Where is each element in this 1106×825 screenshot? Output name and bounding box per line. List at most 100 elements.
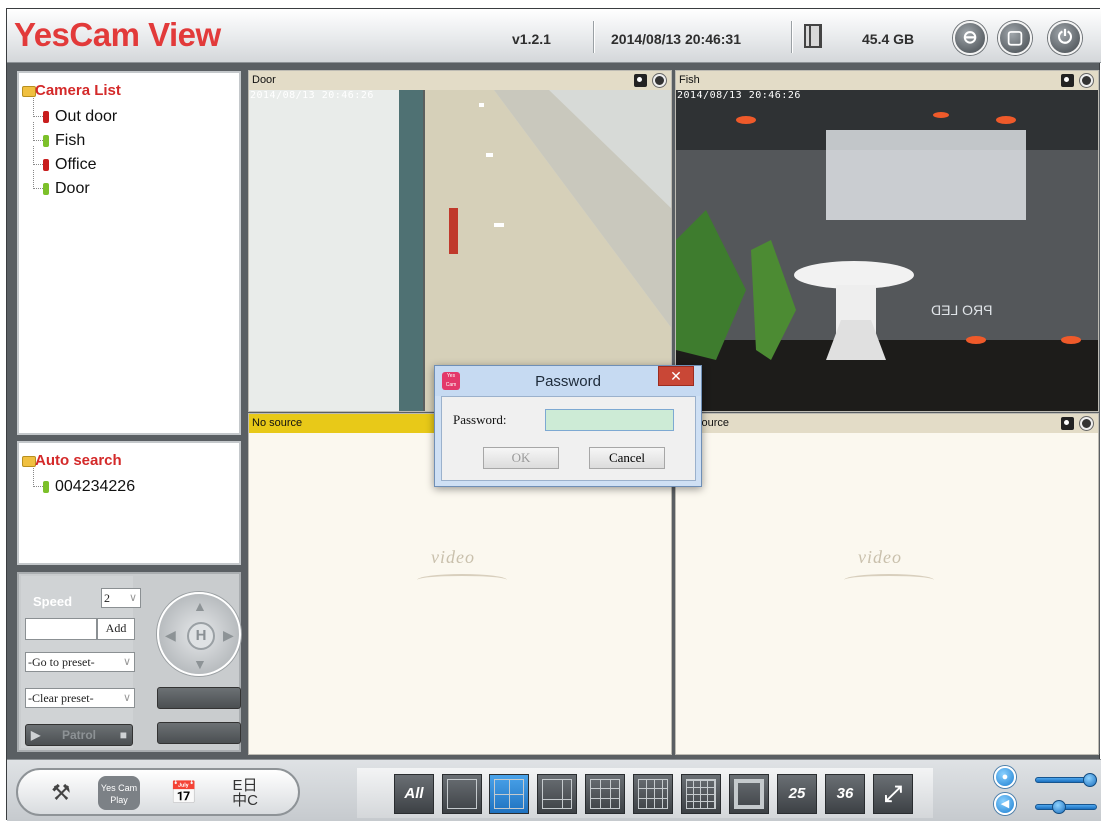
layout-16-button[interactable] xyxy=(681,774,721,814)
tree-line xyxy=(33,122,43,141)
speaker-icon[interactable]: ◀ xyxy=(994,793,1016,815)
layout-36-button[interactable]: 36 xyxy=(825,774,865,814)
layout-1-button[interactable] xyxy=(442,774,482,814)
recording-film-icon xyxy=(804,24,822,48)
camera-item-label: Out door xyxy=(55,108,118,125)
auto-search-item-label: 004234226 xyxy=(55,478,136,495)
speed-value: 2 xyxy=(104,591,110,605)
patrol-button[interactable]: ▶ Patrol ■ xyxy=(25,724,133,746)
patrol-label: Patrol xyxy=(61,728,96,742)
layout-6-button[interactable] xyxy=(537,774,577,814)
tree-line xyxy=(33,468,43,487)
dialog-title-bar: Yes Cam View Password ✕ xyxy=(435,366,701,396)
camera-snapshot-icon[interactable] xyxy=(1061,74,1074,87)
layout-all-label: All xyxy=(404,785,424,802)
goto-preset-select[interactable]: -Go to preset- ∨ xyxy=(25,652,135,672)
tree-line xyxy=(33,170,43,189)
layout-grid-icon xyxy=(734,779,764,809)
tree-line xyxy=(33,98,43,117)
arrow-up-icon[interactable]: ▲ xyxy=(193,598,207,614)
fullscreen-icon: ⤢ xyxy=(884,781,902,806)
datetime-label: 2014/08/13 20:46:31 xyxy=(611,31,741,47)
fullscreen-button[interactable]: ⤢ xyxy=(873,774,913,814)
auto-search-item[interactable]: 004234226 xyxy=(29,468,136,498)
tree-line xyxy=(33,146,43,165)
cancel-button[interactable]: Cancel xyxy=(589,447,665,469)
arrow-right-icon[interactable]: ▶ xyxy=(223,627,234,644)
tools-icon[interactable]: ⚒ xyxy=(40,776,82,810)
close-icon[interactable]: ✕ xyxy=(658,366,694,386)
ptz-home-button[interactable]: H xyxy=(187,622,215,650)
tile-title: Door xyxy=(252,74,276,86)
add-preset-button[interactable]: Add xyxy=(97,618,135,640)
watermark-swoosh xyxy=(417,574,507,586)
auto-search-panel: Auto search 004234226 xyxy=(17,441,241,565)
tile-timestamp: 2014/08/13 20:46:26 xyxy=(250,90,374,101)
arrow-left-icon[interactable]: ◀ xyxy=(165,627,176,644)
watermark-swoosh xyxy=(844,574,934,586)
tile-title: Fish xyxy=(679,74,700,86)
add-preset-label: Add xyxy=(105,621,127,635)
camera-snapshot-icon[interactable] xyxy=(634,74,647,87)
language-button[interactable]: E日 中C xyxy=(224,776,266,810)
yescam-app-window: YesCam View v1.2.1 2014/08/13 20:46:31 4… xyxy=(6,8,1101,821)
fish-video-feed xyxy=(676,90,1098,411)
microphone-icon[interactable]: ● xyxy=(994,766,1016,788)
tank-led-label: PRO LED xyxy=(931,302,993,318)
layout-grid-icon xyxy=(638,779,668,809)
password-input[interactable] xyxy=(545,409,674,431)
ptz-extra-button[interactable] xyxy=(157,687,241,709)
schedule-icon[interactable]: 📅 xyxy=(163,776,205,810)
app-logo: YesCam View xyxy=(14,16,221,53)
camera-item-label: Office xyxy=(55,156,97,173)
camera-online-icon xyxy=(43,135,49,147)
layout-25-button[interactable]: 25 xyxy=(777,774,817,814)
layout-10-button[interactable] xyxy=(633,774,673,814)
camera-list-panel: Camera List Out door Fish Office Door xyxy=(17,71,241,435)
header-bar: YesCam View v1.2.1 2014/08/13 20:46:31 4… xyxy=(7,9,1101,63)
layout-grid-icon xyxy=(590,779,620,809)
language-label-line2: 中C xyxy=(232,792,258,809)
camera-online-icon xyxy=(43,481,49,493)
storage-label: 45.4 GB xyxy=(862,31,915,47)
layout-8-button[interactable] xyxy=(729,774,769,814)
minimize-button[interactable]: ⊖ xyxy=(953,21,987,55)
camera-item-door[interactable]: Door xyxy=(29,170,90,200)
chevron-down-icon: ∨ xyxy=(122,692,131,704)
record-icon[interactable] xyxy=(1080,417,1093,430)
video-tile-source[interactable]: source video xyxy=(675,413,1099,755)
header-separator xyxy=(593,21,594,53)
ptz-preset-area: Speed 2 ∨ Add -Go to preset- ∨ -Clear pr… xyxy=(21,576,141,748)
camera-snapshot-icon[interactable] xyxy=(1061,417,1074,430)
microphone-slider-thumb[interactable] xyxy=(1083,773,1097,787)
yescam-play-button[interactable]: Yes Cam Play xyxy=(98,776,140,810)
arrow-down-icon[interactable]: ▼ xyxy=(193,656,207,672)
record-icon[interactable] xyxy=(653,74,666,87)
volume-slider-thumb[interactable] xyxy=(1051,800,1066,814)
ok-button[interactable]: OK xyxy=(483,447,559,469)
power-button[interactable]: ⏻ xyxy=(1048,21,1082,55)
clear-preset-select[interactable]: -Clear preset- ∨ xyxy=(25,688,135,708)
record-icon[interactable] xyxy=(1080,74,1093,87)
layout-grid-icon xyxy=(542,779,572,809)
layout-all-button[interactable]: All xyxy=(394,774,434,814)
layout-9-button[interactable] xyxy=(585,774,625,814)
speed-select[interactable]: 2 ∨ xyxy=(101,588,141,608)
preset-name-input[interactable] xyxy=(25,618,97,640)
maximize-button[interactable]: ▢ xyxy=(998,21,1032,55)
video-tile-door[interactable]: Door 2014/08/13 20:46:26 xyxy=(248,70,672,412)
goto-preset-value: -Go to preset- xyxy=(28,655,95,669)
layout-25-label: 25 xyxy=(788,785,806,802)
play-icon: ▶ xyxy=(31,728,41,742)
tool-pill: ⚒ Yes Cam Play 📅 E日 中C xyxy=(16,768,300,816)
volume-slider[interactable] xyxy=(1035,804,1097,810)
ptz-joystick[interactable]: ▲ ▼ ◀ ▶ H xyxy=(157,592,241,676)
layout-4-button[interactable] xyxy=(489,774,529,814)
layout-36-label: 36 xyxy=(836,785,854,802)
video-tile-fish[interactable]: Fish 2014/08/13 20:46:26 PRO LED xyxy=(675,70,1099,412)
layout-grid-icon xyxy=(447,779,477,809)
auto-search-title: Auto search xyxy=(35,452,122,469)
ptz-extra-button[interactable] xyxy=(157,722,241,744)
dialog-body: Password: OK Cancel xyxy=(441,396,696,481)
chevron-down-icon: ∨ xyxy=(128,592,137,604)
